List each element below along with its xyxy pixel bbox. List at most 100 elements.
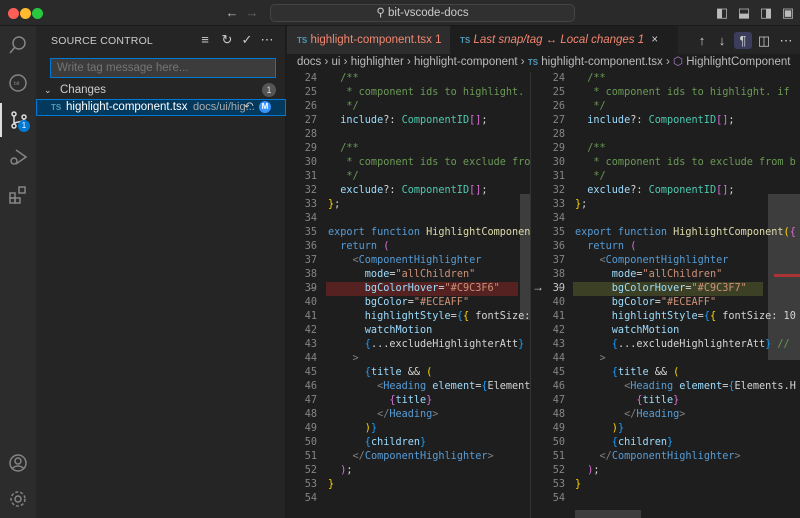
code-line[interactable]: 26 */ bbox=[287, 100, 530, 114]
breadcrumb-item[interactable]: highlight-component.tsx bbox=[541, 56, 662, 68]
code-line[interactable]: 24 /** bbox=[287, 72, 530, 86]
code-line[interactable]: 42 watchMotion bbox=[531, 324, 800, 338]
code-line[interactable]: 49 )} bbox=[531, 422, 800, 436]
command-center-search[interactable]: ⚲ bit-vscode-docs bbox=[270, 4, 575, 22]
tab-diff-view[interactable]: TS Last snap/tag ↔ Local changes 1 × bbox=[450, 26, 678, 54]
next-change-icon[interactable]: ↓ bbox=[713, 32, 731, 49]
code-line[interactable]: 52 ); bbox=[287, 464, 530, 478]
close-tab-icon[interactable]: × bbox=[651, 34, 658, 46]
code-line[interactable]: 25 * component ids to highlight. if bbox=[531, 86, 800, 100]
code-line[interactable]: 43 {...excludeHighlighterAtt} // bbox=[287, 338, 530, 352]
code-line[interactable]: 29 /** bbox=[287, 142, 530, 156]
code-line[interactable]: 54 bbox=[287, 492, 530, 506]
code-line[interactable]: 45 {title && ( bbox=[287, 366, 530, 380]
code-line[interactable]: 29 /** bbox=[531, 142, 800, 156]
code-line[interactable]: 32 exclude?: ComponentID[]; bbox=[531, 184, 800, 198]
source-control-icon[interactable]: 1 bbox=[0, 103, 36, 137]
split-editor-icon[interactable]: ◫ bbox=[755, 32, 773, 49]
bit-icon[interactable]: bit bbox=[0, 66, 36, 100]
code-line[interactable]: 31 */ bbox=[287, 170, 530, 184]
more-actions-icon[interactable]: ⋯ bbox=[777, 32, 795, 49]
code-line[interactable]: 24 /** bbox=[531, 72, 800, 86]
code-line[interactable]: 33}; bbox=[287, 198, 530, 212]
search-view-icon[interactable] bbox=[0, 28, 36, 62]
code-line[interactable]: 41 highlightStyle={{ fontSize: 10 bbox=[531, 310, 800, 324]
breadcrumb-item[interactable]: ui bbox=[332, 56, 341, 68]
code-line[interactable]: 46 <Heading element={Elements.H bbox=[531, 380, 800, 394]
settings-gear-icon[interactable] bbox=[0, 482, 36, 516]
breadcrumb-item[interactable]: docs bbox=[297, 56, 321, 68]
minimize-window-button[interactable] bbox=[20, 8, 31, 19]
code-line[interactable]: 30 * component ids to exclude from b bbox=[287, 156, 530, 170]
toggle-panel-icon[interactable]: ⬓ bbox=[736, 5, 752, 21]
code-line[interactable]: 49 )} bbox=[287, 422, 530, 436]
code-line[interactable]: 38 mode="allChildren" bbox=[531, 268, 800, 282]
commit-check-icon[interactable]: ✓ bbox=[238, 32, 256, 48]
code-line[interactable]: 53} bbox=[531, 478, 800, 492]
close-window-button[interactable] bbox=[8, 8, 19, 19]
code-line[interactable]: 25 * component ids to highlight. if bbox=[287, 86, 530, 100]
code-line[interactable]: 39— bgColorHover="#C9C3F6" bbox=[287, 282, 530, 296]
code-line[interactable]: 50 {children} bbox=[531, 436, 800, 450]
modified-editor-pane[interactable]: 24 /** 25 * component ids to highlight. i… bbox=[530, 72, 800, 518]
code-line[interactable]: 36 return ( bbox=[287, 240, 530, 254]
code-line[interactable]: 38 mode="allChildren" bbox=[287, 268, 530, 282]
code-line[interactable]: 45 {title && ( bbox=[531, 366, 800, 380]
breadcrumb-item[interactable]: highlight-component bbox=[414, 56, 518, 68]
code-line[interactable]: 36 return ( bbox=[531, 240, 800, 254]
code-line[interactable]: 51 </ComponentHighlighter> bbox=[287, 450, 530, 464]
code-line[interactable]: 31 */ bbox=[531, 170, 800, 184]
code-line[interactable]: 35 export function HighlightComponent({ bbox=[287, 226, 530, 240]
code-line[interactable]: 35 export function HighlightComponent({ bbox=[531, 226, 800, 240]
code-line[interactable]: 39 + bgColorHover="#C9C3F7" bbox=[531, 282, 800, 296]
code-line[interactable]: 44 > bbox=[531, 352, 800, 366]
code-line[interactable]: 28 bbox=[287, 128, 530, 142]
code-line[interactable]: 52 ); bbox=[531, 464, 800, 478]
tag-message-input[interactable] bbox=[50, 58, 276, 78]
code-line[interactable]: 44 > bbox=[287, 352, 530, 366]
diff-revert-arrow-icon[interactable]: → bbox=[532, 280, 544, 294]
run-debug-icon[interactable] bbox=[0, 140, 36, 174]
forward-arrow-icon[interactable]: → bbox=[244, 5, 260, 20]
code-line[interactable]: 51 </ComponentHighlighter> bbox=[531, 450, 800, 464]
view-as-list-icon[interactable]: ≡ bbox=[196, 32, 214, 47]
code-line[interactable]: 46 <Heading element={Elements.H bbox=[287, 380, 530, 394]
account-icon[interactable] bbox=[0, 446, 36, 480]
changed-file-item[interactable]: TS highlight-component.tsx docs/ui/hig..… bbox=[36, 99, 286, 116]
code-line[interactable]: 26 */ bbox=[531, 100, 800, 114]
code-line[interactable]: 37 <ComponentHighlighter bbox=[531, 254, 800, 268]
discard-changes-icon[interactable]: ↶ bbox=[244, 100, 254, 115]
original-editor-pane[interactable]: 24 /** 25 * component ids to highlight. i… bbox=[287, 72, 530, 518]
code-line[interactable]: 42 watchMotion bbox=[287, 324, 530, 338]
code-line[interactable]: 27 include?: ComponentID[]; bbox=[531, 114, 800, 128]
code-line[interactable]: 43 {...excludeHighlighterAtt} // bbox=[531, 338, 800, 352]
extensions-icon[interactable] bbox=[0, 178, 36, 212]
tab-highlight-component[interactable]: TS highlight-component.tsx 1 bbox=[287, 26, 450, 54]
back-arrow-icon[interactable]: ← bbox=[224, 5, 240, 20]
breadcrumb-item[interactable]: HighlightComponent bbox=[686, 56, 790, 68]
code-line[interactable]: 40 bgColor="#ECEAFF" bbox=[531, 296, 800, 310]
previous-change-icon[interactable]: ↑ bbox=[693, 32, 711, 49]
code-line[interactable]: 48 </Heading> bbox=[287, 408, 530, 422]
toggle-secondary-sidebar-icon[interactable]: ◨ bbox=[758, 5, 774, 21]
code-line[interactable]: 34 bbox=[287, 212, 530, 226]
code-line[interactable]: 40 bgColor="#ECEAFF" bbox=[287, 296, 530, 310]
code-line[interactable]: 50 {children} bbox=[287, 436, 530, 450]
code-line[interactable]: 54 bbox=[531, 492, 800, 506]
code-line[interactable]: 28 bbox=[531, 128, 800, 142]
code-line[interactable]: 41 highlightStyle={{ fontSize: 10 bbox=[287, 310, 530, 324]
code-line[interactable]: 53} bbox=[287, 478, 530, 492]
code-line[interactable]: 34 bbox=[531, 212, 800, 226]
breadcrumb-item[interactable]: highlighter bbox=[351, 56, 404, 68]
code-line[interactable]: 37 <ComponentHighlighter bbox=[287, 254, 530, 268]
customize-layout-icon[interactable]: ▣ bbox=[780, 5, 796, 21]
code-line[interactable]: 47 {title} bbox=[287, 394, 530, 408]
show-whitespace-icon[interactable]: ¶ bbox=[734, 32, 752, 49]
code-line[interactable]: 33}; bbox=[531, 198, 800, 212]
refresh-icon[interactable]: ↻ bbox=[218, 32, 236, 48]
code-line[interactable]: 30 * component ids to exclude from b bbox=[531, 156, 800, 170]
code-line[interactable]: 27 include?: ComponentID[]; bbox=[287, 114, 530, 128]
code-line[interactable]: 48 </Heading> bbox=[531, 408, 800, 422]
code-line[interactable]: 47 {title} bbox=[531, 394, 800, 408]
code-line[interactable]: 32 exclude?: ComponentID[]; bbox=[287, 184, 530, 198]
